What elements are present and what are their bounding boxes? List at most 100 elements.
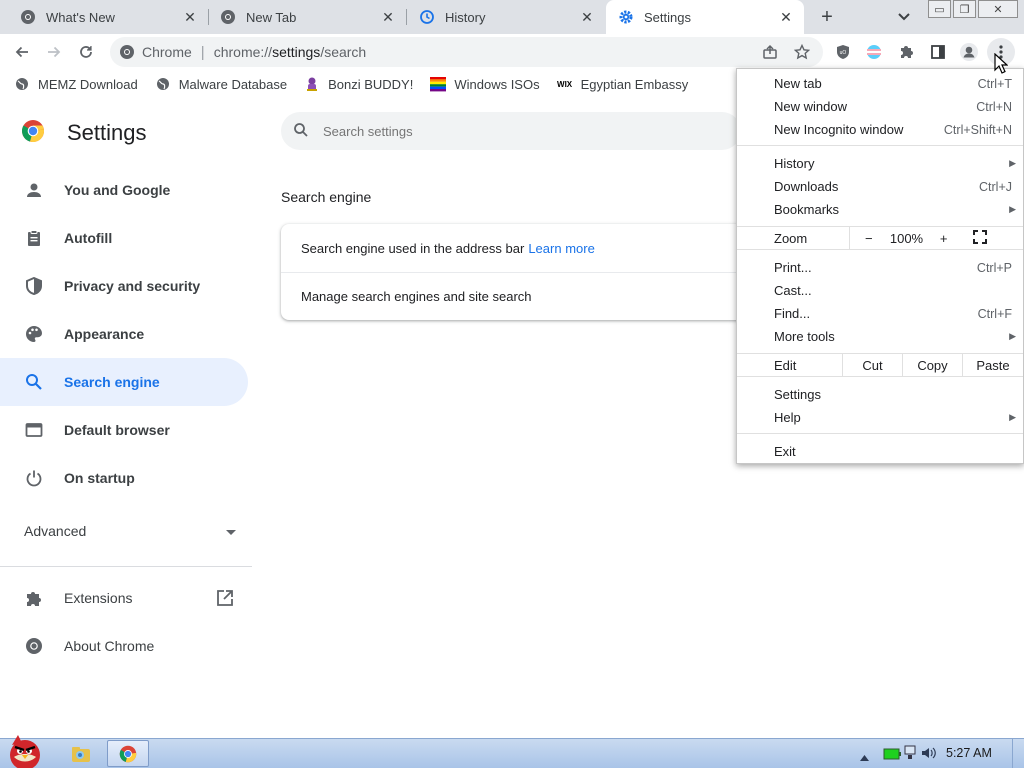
bookmark-label: Malware Database <box>178 76 288 92</box>
menu-item-bookmarks[interactable]: Bookmarks ▶ <box>737 198 1023 221</box>
menu-label: Print... <box>774 260 812 275</box>
page-title: Settings <box>67 119 147 145</box>
manage-search-engines-row[interactable]: Manage search engines and site search <box>281 272 751 320</box>
tab-history[interactable]: History ✕ <box>407 0 605 34</box>
close-icon[interactable]: ✕ <box>182 9 198 25</box>
ublock-icon[interactable]: uO <box>829 38 857 66</box>
sidebar-item-you-and-google[interactable]: You and Google <box>0 166 248 214</box>
zoom-row: Zoom − 100% + <box>737 226 1023 250</box>
menu-item-help[interactable]: Help ▶ <box>737 406 1023 429</box>
paste-button[interactable]: Paste <box>962 354 1023 376</box>
sidebar-item-extensions[interactable]: Extensions <box>0 574 248 622</box>
sidebar-item-autofill[interactable]: Autofill <box>0 214 248 262</box>
profile-avatar-icon[interactable] <box>955 38 983 66</box>
close-icon[interactable]: ✕ <box>778 9 794 25</box>
caret-down-icon <box>226 523 236 539</box>
bookmark-label: Egyptian Embassy <box>580 76 689 92</box>
menu-label: Find... <box>774 306 811 321</box>
menu-item-new-tab[interactable]: New tab Ctrl+T <box>737 72 1023 95</box>
close-icon[interactable]: ✕ <box>579 9 595 25</box>
zoom-out-button[interactable]: − <box>850 227 888 249</box>
taskbar-chrome-button[interactable] <box>107 740 149 767</box>
tab-search-button[interactable] <box>895 8 913 26</box>
menu-label: New window <box>774 99 847 114</box>
menu-label: Bookmarks <box>774 202 840 217</box>
advanced-toggle[interactable]: Advanced <box>24 523 236 539</box>
sidebar-item-on-startup[interactable]: On startup <box>0 454 248 502</box>
tab-whats-new[interactable]: What's New ✕ <box>8 0 208 34</box>
battery-icon[interactable] <box>883 747 901 764</box>
sidebar-divider <box>0 566 252 567</box>
rainbow-flag-icon <box>430 76 447 92</box>
section-title: Search engine <box>281 189 372 205</box>
settings-search[interactable] <box>281 112 741 150</box>
fullscreen-icon[interactable] <box>973 229 987 247</box>
edit-row: Edit Cut Copy Paste <box>737 353 1023 377</box>
zoom-in-button[interactable]: + <box>925 227 962 249</box>
menu-item-exit[interactable]: Exit <box>737 440 1023 463</box>
menu-item-settings[interactable]: Settings <box>737 383 1023 406</box>
chrome-icon <box>118 43 136 61</box>
tab-settings[interactable]: Settings ✕ <box>606 0 804 34</box>
restore-button[interactable]: ❐ <box>953 0 976 18</box>
volume-icon[interactable] <box>921 746 937 763</box>
sidebar-item-label: Extensions <box>64 590 133 606</box>
submenu-arrow-icon: ▶ <box>1009 412 1016 422</box>
shortcut: Ctrl+F <box>977 306 1012 321</box>
copy-button[interactable]: Copy <box>902 354 962 376</box>
taskbar: 5:27 AM <box>0 735 1024 768</box>
sidebar-item-privacy[interactable]: Privacy and security <box>0 262 248 310</box>
bookmark-item[interactable]: Windows ISOs <box>430 76 540 92</box>
menu-item-find[interactable]: Find... Ctrl+F <box>737 302 1023 325</box>
menu-item-history[interactable]: History ▶ <box>737 152 1023 175</box>
chrome-icon <box>220 9 236 25</box>
bookmark-item[interactable]: MEMZ Download <box>14 76 138 92</box>
search-engine-row[interactable]: Search engine used in the address bar Le… <box>281 224 751 272</box>
sidebar-item-default-browser[interactable]: Default browser <box>0 406 248 454</box>
menu-item-print[interactable]: Print... Ctrl+P <box>737 256 1023 279</box>
address-bar[interactable]: Chrome | chrome://settings/search <box>110 37 823 67</box>
sidebar-item-about-chrome[interactable]: About Chrome <box>0 622 248 670</box>
bookmark-item[interactable]: Bonzi BUDDY! <box>304 76 413 92</box>
learn-more-link[interactable]: Learn more <box>528 241 594 256</box>
bookmark-label: MEMZ Download <box>38 76 138 92</box>
close-window-button[interactable]: ✕ <box>978 0 1018 18</box>
explorer-icon[interactable] <box>71 745 91 763</box>
clock[interactable]: 5:27 AM <box>946 746 992 760</box>
back-button[interactable] <box>8 38 36 66</box>
menu-item-incognito[interactable]: New Incognito window Ctrl+Shift+N <box>737 118 1023 141</box>
reload-button[interactable] <box>72 38 100 66</box>
bookmark-star-icon[interactable] <box>788 38 816 66</box>
menu-item-new-window[interactable]: New window Ctrl+N <box>737 95 1023 118</box>
search-input[interactable] <box>323 123 683 139</box>
extensions-puzzle-icon[interactable] <box>892 38 920 66</box>
tray-up-arrow-icon[interactable] <box>860 749 869 764</box>
menu-item-more-tools[interactable]: More tools ▶ <box>737 325 1023 348</box>
edit-label: Edit <box>774 357 797 373</box>
cut-button[interactable]: Cut <box>842 354 902 376</box>
row-label: Search engine used in the address bar <box>301 240 525 256</box>
bookmark-item[interactable]: Malware Database <box>155 76 287 92</box>
close-icon[interactable]: ✕ <box>380 9 396 25</box>
search-icon <box>293 122 309 141</box>
zoom-label: Zoom <box>774 230 808 246</box>
flag-extension-icon[interactable] <box>860 38 888 66</box>
side-panel-icon[interactable] <box>924 38 952 66</box>
forward-button[interactable] <box>40 38 68 66</box>
external-link-icon <box>216 589 234 610</box>
menu-item-cast[interactable]: Cast... <box>737 279 1023 302</box>
start-button[interactable] <box>2 731 48 768</box>
show-desktop-button[interactable] <box>1012 739 1024 768</box>
sidebar-item-label: Autofill <box>64 230 113 246</box>
tab-new-tab[interactable]: New Tab ✕ <box>208 0 406 34</box>
bookmark-item[interactable]: WIX Egyptian Embassy <box>557 76 689 92</box>
share-icon[interactable] <box>756 38 784 66</box>
network-icon[interactable] <box>903 745 917 764</box>
minimize-button[interactable]: ▭ <box>928 0 951 18</box>
history-icon <box>419 9 435 25</box>
advanced-label: Advanced <box>24 523 87 539</box>
new-tab-button[interactable]: + <box>816 6 838 28</box>
sidebar-item-search-engine[interactable]: Search engine <box>0 358 248 406</box>
sidebar-item-appearance[interactable]: Appearance <box>0 310 248 358</box>
menu-item-downloads[interactable]: Downloads Ctrl+J <box>737 175 1023 198</box>
